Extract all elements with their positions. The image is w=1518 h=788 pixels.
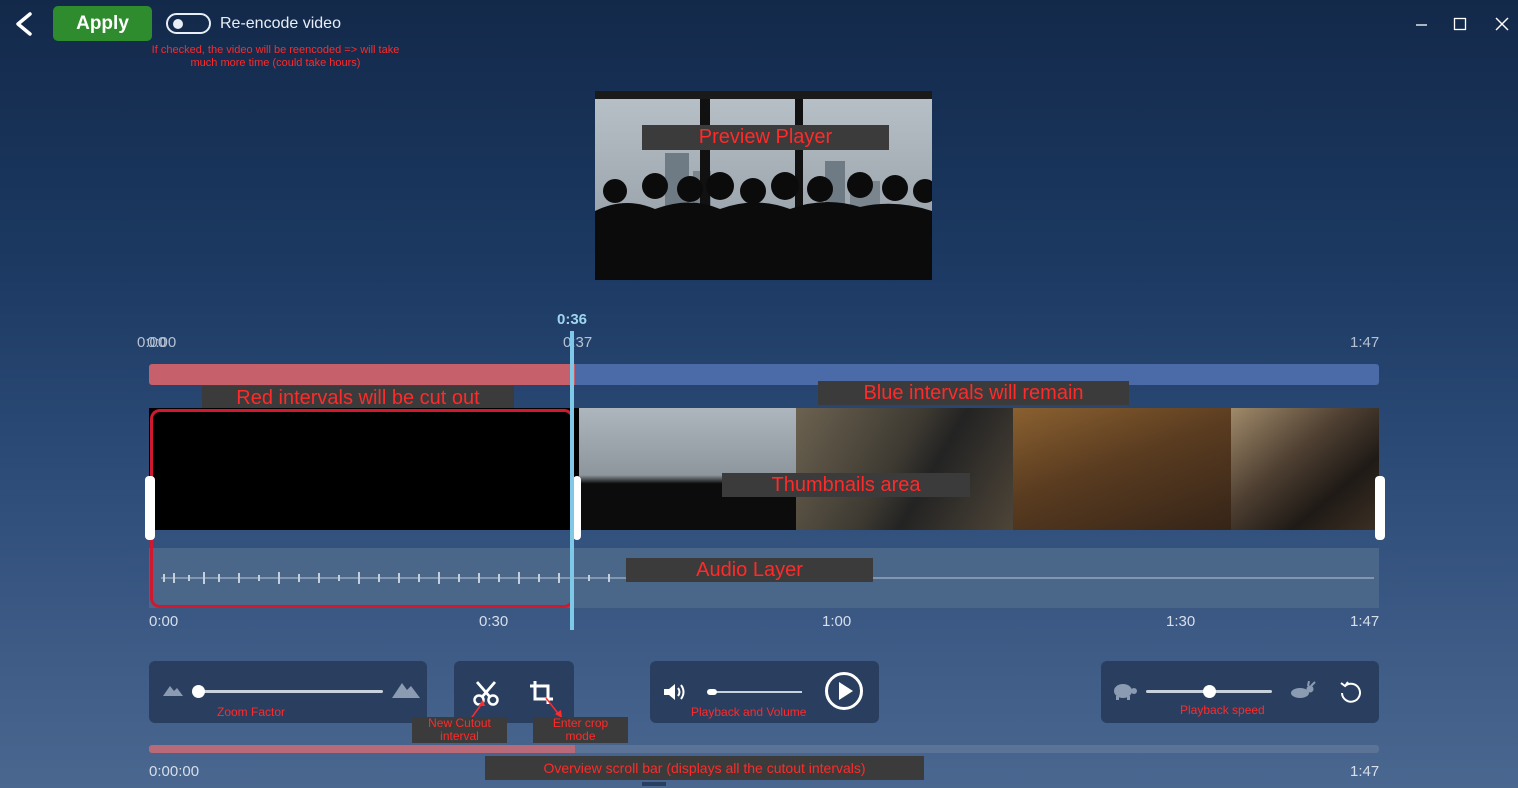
overview-cutout-interval bbox=[149, 745, 575, 753]
blue-intervals-annotation: Blue intervals will remain bbox=[818, 381, 1129, 405]
reencode-hint-line2: much more time (could take hours) bbox=[190, 57, 361, 69]
crop-annotation: Enter crop mode bbox=[533, 717, 628, 743]
zoom-slider-thumb[interactable] bbox=[192, 685, 205, 698]
volume-slider-thumb[interactable] bbox=[707, 689, 717, 695]
playhead-time: 0:36 bbox=[557, 311, 588, 328]
reset-icon bbox=[1340, 681, 1361, 703]
rabbit-icon bbox=[1291, 681, 1316, 698]
audio-annotation: Audio Layer bbox=[626, 558, 873, 582]
ruler-tick-2: 1:00 bbox=[822, 613, 852, 630]
range-mid-label: 0:37 bbox=[563, 334, 593, 351]
overview-start-time: 0:00:00 bbox=[149, 763, 200, 780]
play-icon bbox=[825, 672, 863, 710]
ruler-tick-1: 0:30 bbox=[479, 613, 509, 630]
right-trim-handle[interactable] bbox=[1375, 476, 1385, 540]
maximize-icon bbox=[1453, 17, 1467, 31]
back-button[interactable] bbox=[10, 10, 36, 38]
cutout-interval-selection[interactable] bbox=[150, 409, 574, 608]
overview-scroll-track[interactable] bbox=[149, 745, 1379, 753]
reencode-label: Re-encode video bbox=[220, 15, 341, 32]
new-cutout-annotation-line2: interval bbox=[440, 729, 479, 743]
chevron-left-icon bbox=[16, 12, 32, 36]
ruler-tick-3: 1:30 bbox=[1166, 613, 1196, 630]
overview-end-time: 1:47 bbox=[1350, 763, 1380, 780]
speed-slider-thumb[interactable] bbox=[1203, 685, 1216, 698]
minimize-button[interactable] bbox=[1412, 14, 1432, 34]
preview-annotation: Preview Player bbox=[642, 125, 889, 150]
playhead-line[interactable] bbox=[570, 331, 574, 630]
minimize-icon bbox=[1416, 24, 1427, 26]
thumbnail-5 bbox=[1231, 408, 1379, 530]
zoom-out-mountain-icon bbox=[163, 686, 183, 696]
close-icon bbox=[1495, 17, 1509, 31]
red-intervals-annotation: Red intervals will be cut out bbox=[202, 386, 514, 410]
zoom-in-mountain-icon bbox=[392, 683, 420, 698]
cutout-right-handle[interactable] bbox=[573, 476, 581, 540]
toggle-knob bbox=[173, 19, 183, 29]
zoom-panel: Zoom Factor bbox=[149, 661, 427, 723]
close-button[interactable] bbox=[1492, 14, 1512, 34]
speaker-icon bbox=[664, 684, 685, 700]
volume-button[interactable] bbox=[662, 681, 688, 703]
ruler-tick-0: 0:00 bbox=[149, 613, 179, 630]
playback-volume-label: Playback and Volume bbox=[691, 705, 807, 719]
speed-label: Playback speed bbox=[1180, 703, 1265, 717]
overview-scroll-thumb[interactable] bbox=[642, 782, 666, 786]
overview-annotation: Overview scroll bar (displays all the cu… bbox=[485, 756, 924, 780]
thumbnails-annotation: Thumbnails area bbox=[722, 473, 970, 497]
zoom-slider-track[interactable] bbox=[197, 690, 383, 693]
apply-button[interactable]: Apply bbox=[53, 6, 152, 41]
range-end-label: 1:47 bbox=[1350, 334, 1380, 351]
preview-player[interactable]: Preview Player bbox=[595, 91, 932, 280]
new-cutout-annotation: New Cutout interval bbox=[412, 717, 507, 743]
playback-volume-panel: Playback and Volume bbox=[650, 661, 879, 723]
speed-panel: Playback speed bbox=[1101, 661, 1379, 723]
reencode-toggle[interactable] bbox=[166, 13, 211, 34]
turtle-icon bbox=[1114, 684, 1137, 700]
ruler-tick-4: 1:47 bbox=[1350, 613, 1380, 630]
range-start-label-b: 0:00 bbox=[147, 334, 177, 351]
volume-slider-track[interactable] bbox=[708, 691, 802, 693]
reset-speed-button[interactable] bbox=[1338, 679, 1364, 705]
thumbnail-3 bbox=[796, 408, 1013, 530]
left-trim-handle[interactable] bbox=[145, 476, 155, 540]
zoom-label: Zoom Factor bbox=[217, 705, 286, 719]
interval-bar-red[interactable] bbox=[149, 364, 575, 385]
reencode-hint: If checked, the video will be reencoded … bbox=[118, 44, 433, 70]
thumbnail-4 bbox=[1013, 408, 1231, 530]
preview-frame-image bbox=[595, 91, 932, 280]
reencode-hint-line1: If checked, the video will be reencoded … bbox=[151, 44, 400, 56]
crop-annotation-line2: mode bbox=[565, 729, 596, 743]
maximize-button[interactable] bbox=[1450, 14, 1470, 34]
play-button[interactable] bbox=[824, 671, 864, 711]
thumbnail-2 bbox=[579, 408, 796, 530]
